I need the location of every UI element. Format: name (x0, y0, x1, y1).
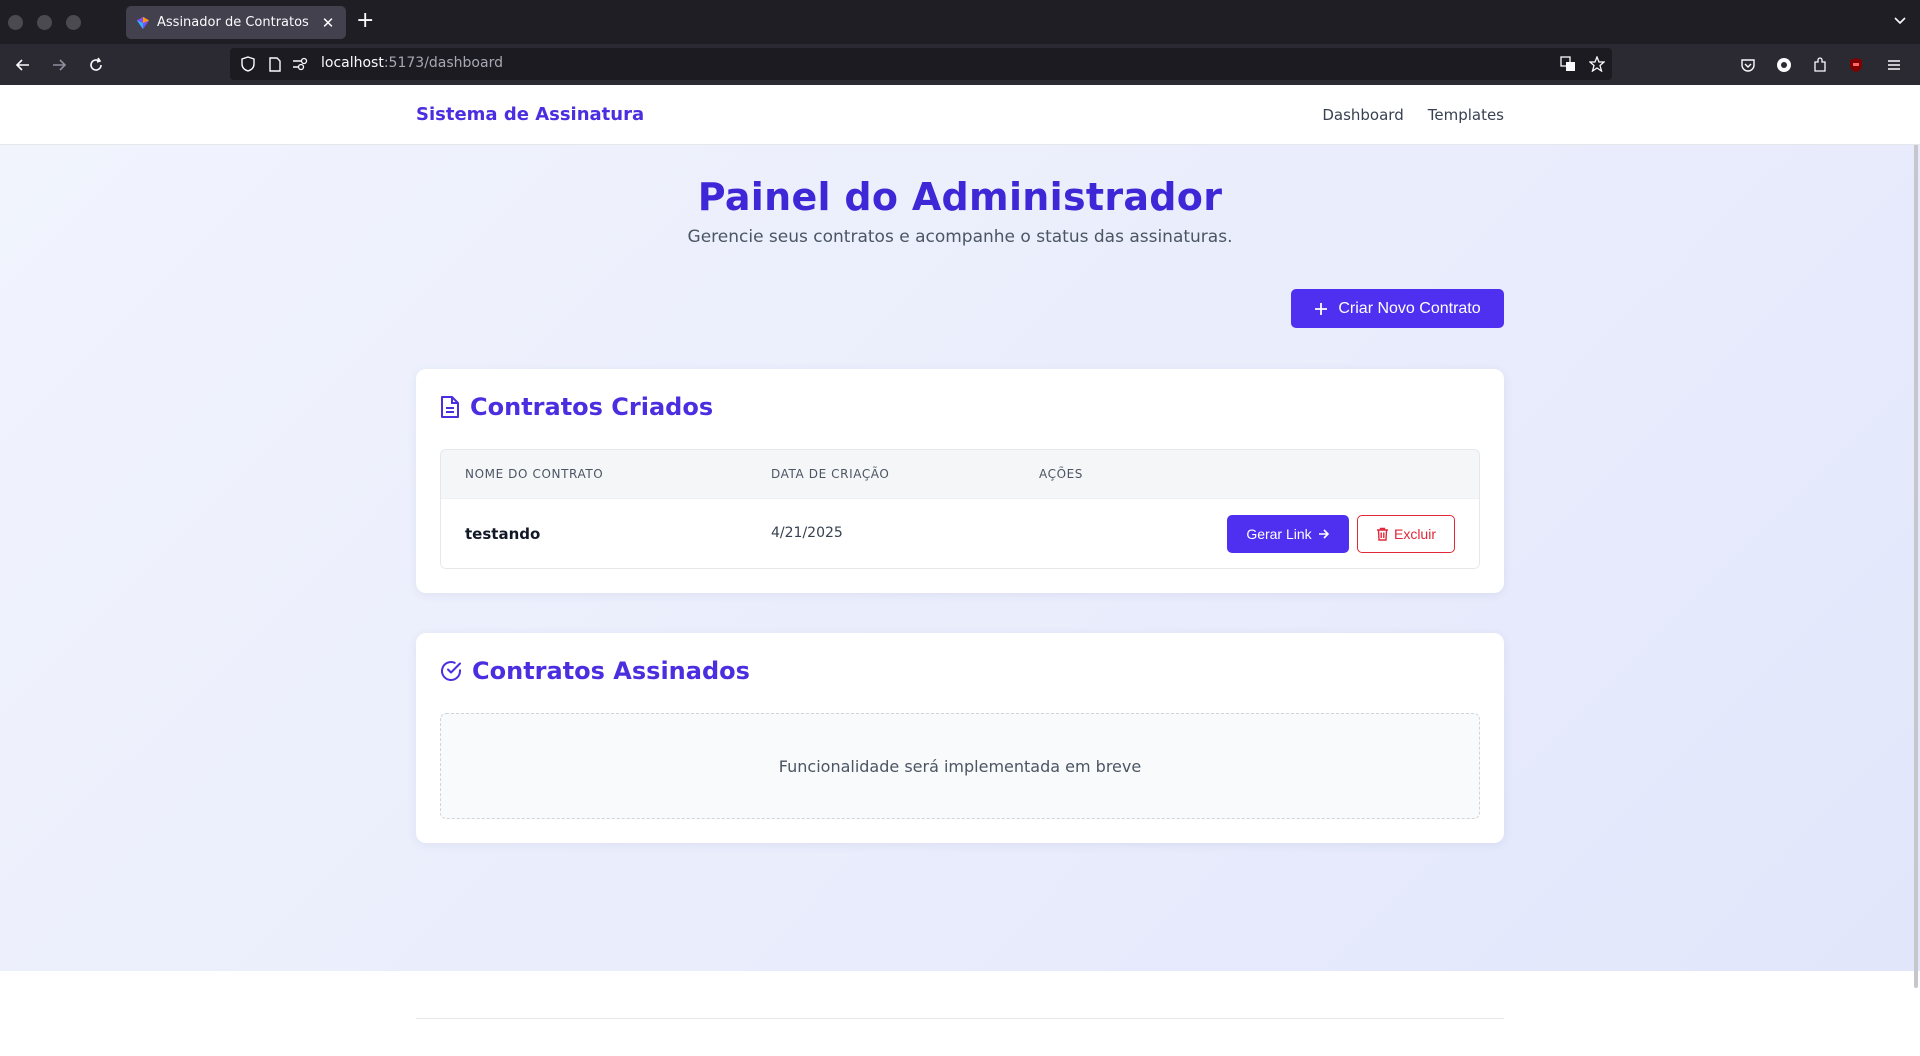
permissions-icon[interactable] (292, 56, 308, 72)
favicon-icon (136, 16, 150, 29)
tab-list-chevron-icon[interactable] (1892, 12, 1908, 28)
shield-icon[interactable] (240, 56, 256, 72)
check-circle-icon (441, 661, 461, 681)
page-icon[interactable] (267, 56, 283, 72)
signed-card-header: Contratos Assinados (440, 657, 750, 685)
signed-card-title: Contratos Assinados (472, 657, 750, 685)
created-card-title: Contratos Criados (470, 393, 714, 421)
column-header-name: NOME DO CONTRATO (465, 467, 604, 481)
back-icon[interactable] (12, 54, 34, 76)
created-contracts-card: Contratos Criados NOME DO CONTRATO DATA … (416, 369, 1504, 593)
window-close-dot[interactable] (8, 15, 23, 30)
create-contract-label: Criar Novo Contrato (1338, 299, 1481, 317)
site-nav: Dashboard Templates (1322, 106, 1504, 124)
url-text: localhost:5173/dashboard (321, 55, 503, 71)
generate-link-button[interactable]: Gerar Link (1227, 515, 1349, 553)
contract-date-cell: 4/21/2025 (771, 525, 843, 541)
bookmark-star-icon[interactable] (1589, 56, 1605, 72)
column-header-date: DATA DE CRIAÇÃO (771, 467, 890, 481)
document-icon (441, 396, 459, 418)
new-tab-button[interactable]: + (356, 9, 374, 33)
nav-dashboard-link[interactable]: Dashboard (1322, 106, 1403, 124)
table-header: NOME DO CONTRATO DATA DE CRIAÇÃO AÇÕES (441, 450, 1479, 498)
pocket-icon[interactable] (1738, 55, 1758, 75)
column-header-actions: AÇÕES (1039, 467, 1084, 481)
brand-link[interactable]: Sistema de Assinatura (416, 104, 644, 125)
nav-templates-link[interactable]: Templates (1428, 106, 1504, 124)
contracts-table: NOME DO CONTRATO DATA DE CRIAÇÃO AÇÕES t… (440, 449, 1480, 569)
main-content: Painel do Administrador Gerencie seus co… (0, 145, 1920, 971)
delete-label: Excluir (1393, 526, 1436, 542)
url-bar[interactable]: localhost:5173/dashboard (230, 48, 1612, 80)
url-path: :5173/dashboard (383, 55, 503, 71)
translate-icon[interactable] (1560, 56, 1576, 72)
site-header: Sistema de Assinatura Dashboard Template… (0, 85, 1920, 145)
page-scrollbar[interactable] (1914, 88, 1918, 988)
plus-icon (1315, 302, 1328, 315)
page-title: Painel do Administrador (697, 175, 1223, 219)
browser-tab[interactable]: Assinador de Contratos ✕ (126, 6, 346, 39)
delete-button[interactable]: Excluir (1357, 515, 1455, 553)
window-controls (8, 15, 81, 30)
forward-icon[interactable] (48, 54, 70, 76)
created-card-header: Contratos Criados (440, 393, 713, 421)
page-subtitle: Gerencie seus contratos e acompanhe o st… (687, 227, 1233, 247)
signed-contracts-card: Contratos Assinados Funcionalidade será … (416, 633, 1504, 843)
url-host: localhost (321, 55, 384, 71)
create-contract-button[interactable]: Criar Novo Contrato (1291, 289, 1504, 328)
empty-state: Funcionalidade será implementada em brev… (440, 713, 1480, 819)
footer-divider (416, 1018, 1504, 1019)
browser-tab-bar: Assinador de Contratos ✕ + (0, 0, 1920, 44)
reload-icon[interactable] (85, 54, 107, 76)
extensions-icon[interactable] (1810, 55, 1830, 75)
empty-state-text: Funcionalidade será implementada em brev… (778, 756, 1142, 776)
table-row: testando 4/21/2025 Gerar Link Excluir (441, 498, 1479, 568)
trash-icon (1376, 527, 1388, 541)
window-minimize-dot[interactable] (37, 15, 52, 30)
browser-nav-bar: localhost:5173/dashboard (0, 44, 1920, 85)
account-icon[interactable] (1774, 55, 1794, 75)
ublock-icon[interactable] (1846, 55, 1866, 75)
menu-icon[interactable] (1884, 55, 1904, 75)
contract-name-cell: testando (465, 525, 541, 543)
arrow-right-icon (1318, 529, 1329, 539)
tab-title: Assinador de Contratos (157, 15, 309, 30)
tab-close-icon[interactable]: ✕ (320, 14, 336, 32)
web-page: Sistema de Assinatura Dashboard Template… (0, 85, 1920, 1056)
window-maximize-dot[interactable] (66, 15, 81, 30)
generate-link-label: Gerar Link (1246, 526, 1312, 542)
